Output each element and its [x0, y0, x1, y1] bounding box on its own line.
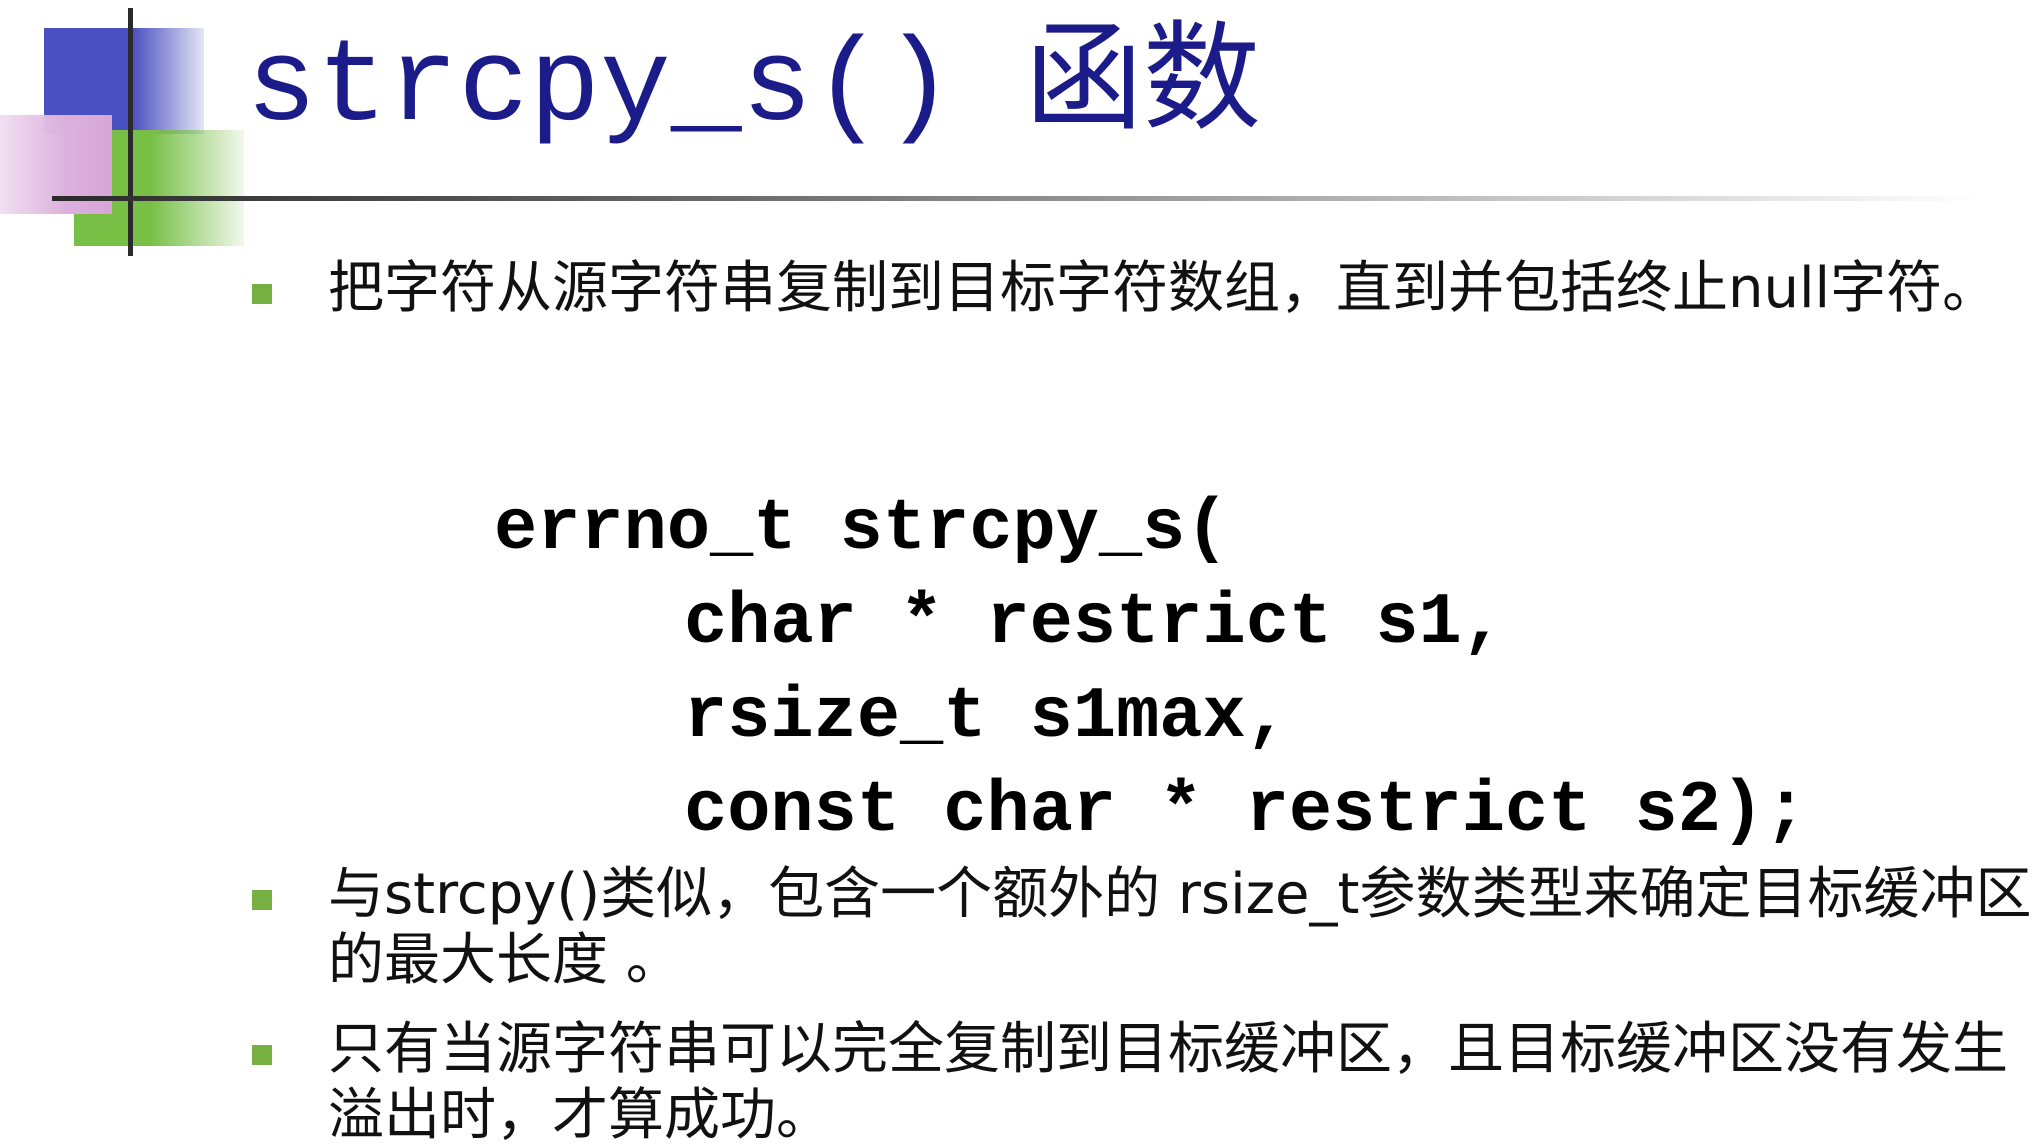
code-line: const char * restrict s2);	[684, 770, 1808, 852]
slide: strcpy_s() 函数 把字符从源字符串复制到目标字符数组，直到并包括终止n…	[0, 0, 2034, 1145]
code-line: rsize_t s1max,	[684, 676, 1289, 758]
slide-title: strcpy_s() 函数	[246, 22, 1261, 155]
bullet-marker-icon	[252, 284, 272, 304]
bullet-text: 把字符从源字符串复制到目标字符数组，直到并包括终止null字符。	[328, 256, 1999, 321]
code-line: char * restrict s1,	[684, 582, 1505, 664]
code-line: errno_t strcpy_s(	[494, 488, 1229, 570]
bullet-marker-icon	[252, 890, 272, 910]
bullet-marker-icon	[252, 1045, 272, 1065]
bullet-text: 只有当源字符串可以完全复制到目标缓冲区，且目标缓冲区没有发生溢出时，才算成功。	[328, 1017, 2008, 1145]
title-underline	[52, 196, 1982, 201]
decorative-vertical-line	[128, 8, 133, 256]
bullet-text: 与strcpy()类似，包含一个额外的 rsize_t参数类型来确定目标缓冲区的…	[328, 862, 2032, 993]
